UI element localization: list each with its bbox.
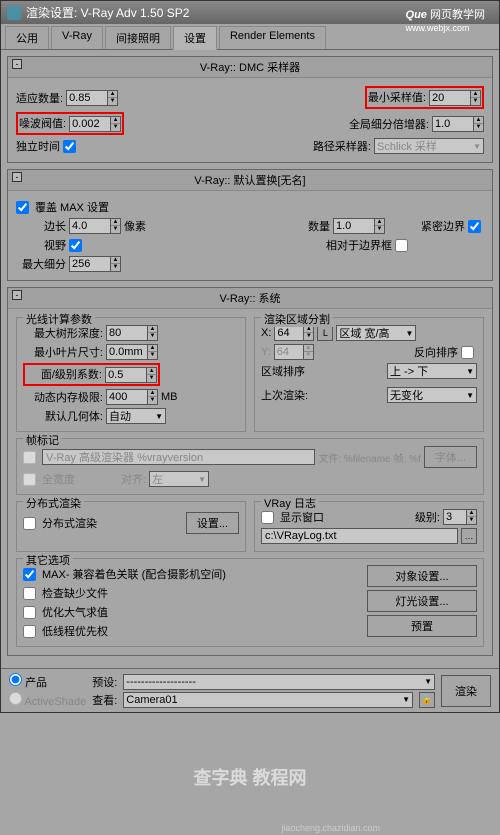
relative-check[interactable] (395, 239, 408, 252)
light-settings-button[interactable]: 灯光设置... (367, 590, 477, 612)
tab-indirect[interactable]: 间接照明 (105, 26, 171, 49)
relative-label: 相对于边界框 (326, 237, 392, 253)
optimize-check[interactable] (23, 606, 36, 619)
log-path-input[interactable] (261, 528, 458, 544)
view-check[interactable] (69, 239, 82, 252)
amount-spinner[interactable]: ▲▼ (333, 218, 385, 234)
collapse-icon[interactable]: - (12, 172, 22, 182)
lock-button[interactable]: L (317, 325, 333, 341)
preset-dropdown[interactable]: -------------------▼ (123, 674, 435, 690)
align-dropdown: 左▼ (149, 471, 209, 487)
indep-time-label: 独立时间 (16, 138, 60, 154)
rollout-header-disp[interactable]: - V-Ray:: 默认置换[无名] (8, 170, 492, 191)
dist-check[interactable] (23, 517, 36, 530)
watermark-bottom: 查字典 教程网 (193, 764, 306, 790)
activeshade-radio: ActiveShade (9, 692, 86, 708)
face-level-spinner[interactable]: ▲▼ (105, 367, 157, 383)
region-wh-dropdown[interactable]: 区域 宽/高▼ (336, 325, 416, 341)
max-depth-spinner[interactable]: ▲▼ (106, 325, 158, 341)
tab-common[interactable]: 公用 (5, 26, 49, 49)
obj-settings-button[interactable]: 对象设置... (367, 565, 477, 587)
watermark-top: Que 网页教学网 www.webjx.com (406, 6, 485, 34)
presets-button[interactable]: 预置 (367, 615, 477, 637)
log-level-spinner[interactable]: ▲▼ (443, 509, 477, 525)
path-sampler-label: 路径采样器: (313, 138, 371, 154)
app-icon (7, 6, 21, 20)
adapt-amount-spinner[interactable]: ▲▼ (66, 90, 118, 106)
region-x-spinner[interactable]: ▲▼ (274, 325, 314, 341)
other-options-group: 其它选项 MAX- 兼容着色关联 (配合摄影机空间) 检查缺少文件 优化大气求值… (16, 558, 484, 647)
tab-vray[interactable]: V-Ray (51, 26, 103, 49)
amount-label: 数量 (308, 218, 330, 234)
rollout-default-disp: - V-Ray:: 默认置换[无名] 覆盖 MAX 设置 边长 ▲▼ 像素 数量… (7, 169, 493, 281)
adapt-amount-label: 适应数量: (16, 90, 63, 106)
edge-spinner[interactable]: ▲▼ (69, 218, 121, 234)
rollout-dmc: - V-Ray:: DMC 采样器 适应数量: ▲▼ 最小采样值: ▲▼ 噪波阀… (7, 56, 493, 163)
reverse-check[interactable] (461, 346, 474, 359)
ray-calc-group: 光线计算参数 最大树形深度:▲▼ 最小叶片尺寸:▲▼ 面/级别系数: ▲▼ 动态… (16, 317, 246, 432)
max-subdiv-label: 最大细分 (16, 256, 66, 272)
frame-stamp-group: 帧标记 文件: %filename帧: %f字体... 全宽度对齐:左▼ (16, 438, 484, 495)
rollout-header-dmc[interactable]: - V-Ray:: DMC 采样器 (8, 57, 492, 78)
edge-label: 边长 (16, 218, 66, 234)
lock-view-icon[interactable]: 🔒 (419, 692, 435, 708)
view-dropdown[interactable]: Camera01▼ (123, 692, 413, 708)
font-button: 字体... (424, 446, 477, 468)
rollout-header-system[interactable]: - V-Ray:: 系统 (8, 288, 492, 309)
tight-check[interactable] (468, 220, 481, 233)
product-radio[interactable]: 产品 (9, 673, 86, 690)
tab-render-elements[interactable]: Render Elements (219, 26, 326, 49)
browse-button[interactable]: … (461, 528, 477, 544)
prev-render-dropdown[interactable]: 无变化▼ (387, 387, 477, 403)
min-samples-spinner[interactable]: ▲▼ (429, 90, 481, 106)
tab-settings[interactable]: 设置 (173, 26, 217, 50)
show-window-check[interactable] (261, 511, 274, 524)
override-check[interactable] (16, 201, 29, 214)
global-subdiv-spinner[interactable]: ▲▼ (432, 116, 484, 132)
view-label: 视野 (16, 237, 66, 253)
frame-text-input (42, 449, 315, 465)
dyn-mem-spinner[interactable]: ▲▼ (106, 389, 158, 405)
bottom-bar: 产品 ActiveShade 预设: -------------------▼ 查… (1, 668, 499, 712)
max-subdiv-spinner[interactable]: ▲▼ (69, 256, 121, 272)
collapse-icon[interactable]: - (12, 290, 22, 300)
tight-label: 紧密边界 (421, 218, 465, 234)
vray-log-group: VRay 日志 显示窗口级别:▲▼ … (254, 501, 484, 552)
def-geom-dropdown[interactable]: 自动▼ (106, 408, 166, 424)
indep-time-check[interactable] (63, 140, 76, 153)
override-label: 覆盖 MAX 设置 (35, 199, 109, 215)
preset-label: 预设: (92, 674, 117, 690)
noise-spinner[interactable]: ▲▼ (69, 116, 121, 132)
noise-label: 噪波阀值: (19, 118, 66, 130)
region-y-spinner: ▲▼ (274, 344, 314, 360)
watermark-url: jiaocheng.chazidian.com (281, 823, 380, 833)
rollout-system: - V-Ray:: 系统 光线计算参数 最大树形深度:▲▼ 最小叶片尺寸:▲▼ … (7, 287, 493, 656)
global-subdiv-label: 全局细分倍增器: (349, 116, 429, 132)
dist-render-group: 分布式渲染 分布式渲染设置... (16, 501, 246, 552)
region-seq-dropdown[interactable]: 上 -> 下▼ (387, 363, 477, 379)
dist-settings-button[interactable]: 设置... (186, 512, 239, 534)
path-sampler-dropdown: Schlick 采样▼ (374, 138, 484, 154)
check-missing-check[interactable] (23, 587, 36, 600)
region-group: 渲染区域分割 X:▲▼L区域 宽/高▼ Y:▲▼反向排序 区域排序上 -> 下▼… (254, 317, 484, 432)
max-compat-check[interactable] (23, 568, 36, 581)
render-button[interactable]: 渲染 (441, 675, 491, 707)
fullwidth-check (23, 473, 36, 486)
frame-check (23, 451, 36, 464)
min-samples-label: 最小采样值: (368, 92, 426, 104)
min-leaf-spinner[interactable]: ▲▼ (106, 344, 158, 360)
low-thread-check[interactable] (23, 625, 36, 638)
view-label: 查看: (92, 692, 117, 708)
collapse-icon[interactable]: - (12, 59, 22, 69)
